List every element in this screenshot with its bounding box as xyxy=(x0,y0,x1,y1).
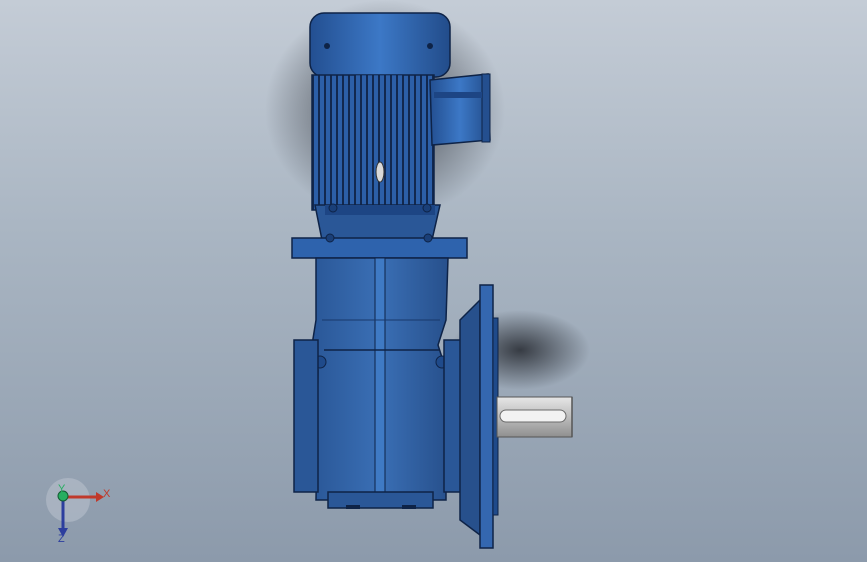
x-axis-label: X xyxy=(103,488,111,500)
axis-triad: X Y Z xyxy=(46,478,111,545)
terminal-box xyxy=(429,73,491,146)
y-axis-label: Y xyxy=(58,483,66,495)
output-flange xyxy=(443,284,499,549)
motor-flange xyxy=(291,233,468,259)
z-axis-label: Z xyxy=(58,533,65,545)
output-shaft xyxy=(496,396,573,438)
gear-motor-model[interactable]: X Y Z xyxy=(0,0,867,562)
left-boss xyxy=(293,339,319,493)
motor-adapter xyxy=(314,203,441,241)
gearbox-housing xyxy=(311,257,449,509)
motor-body xyxy=(311,74,435,211)
motor-cap xyxy=(309,12,451,78)
graphics-viewport[interactable]: X Y Z xyxy=(0,0,867,562)
